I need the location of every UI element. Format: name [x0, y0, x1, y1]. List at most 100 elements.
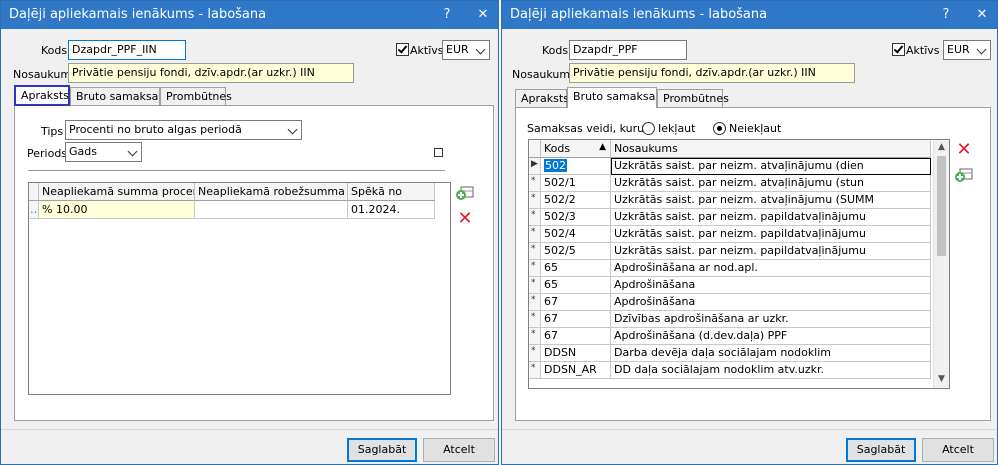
aktivs-checkbox[interactable]	[396, 43, 409, 56]
tips-label: Tips	[41, 125, 64, 138]
add-row-icon[interactable]	[454, 182, 476, 204]
grid-cell-nosaukums[interactable]: Uzkrātās saist. par neizm. papildatvaļin…	[611, 243, 931, 260]
aktivs-checkbox[interactable]	[892, 43, 905, 56]
grid-cell[interactable]	[195, 201, 348, 219]
table-row[interactable]: … % 10.00 01.2024.	[29, 201, 450, 219]
radio-ieklaut-label: Iekļaut	[658, 122, 696, 135]
col-header[interactable]: Neapliekamā robežsumma	[195, 183, 348, 201]
tab-apraksts[interactable]: Apraksts	[515, 89, 569, 107]
grid-cell-kods[interactable]: 502/1	[541, 175, 611, 192]
table-row[interactable]: * DDSN_AR DD daļa sociālajam nodoklim atv.…	[529, 362, 949, 379]
table-row[interactable]: * 67 Dzīvības apdrošināšana ar uzkr.	[529, 311, 949, 328]
grid-cell-nosaukums[interactable]: Uzkrātās saist. par neizm. atvaļinājumu …	[611, 158, 931, 175]
grid-cell[interactable]: 01.2024.	[348, 201, 435, 219]
grid-cell-kods[interactable]: 65	[541, 277, 611, 294]
grid-cell-kods[interactable]: 502/3	[541, 209, 611, 226]
add-row-icon[interactable]	[953, 164, 975, 186]
col-header-nosaukums[interactable]: Nosaukums	[611, 140, 931, 158]
grid-cell-nosaukums[interactable]: Apdrošināšana ar nod.apl.	[611, 260, 931, 277]
tab-prombutnes[interactable]: Prombūtnes	[657, 89, 729, 107]
currency-value: EUR	[446, 43, 469, 56]
tab-bruto-samaksa[interactable]: Bruto samaksa	[567, 87, 657, 108]
grid-cell-kods[interactable]: DDSN	[541, 345, 611, 362]
kods-input[interactable]: Dzapdr_PPF	[569, 40, 687, 60]
vertical-scrollbar[interactable]: ▲ ▼	[933, 140, 949, 388]
radio-neieklaut[interactable]	[713, 122, 726, 135]
grid-cell-nosaukums[interactable]: Apdrošināšana	[611, 294, 931, 311]
grid-cell[interactable]: % 10.00	[39, 201, 195, 219]
col-header[interactable]: Spēkā no	[348, 183, 435, 201]
row-indicator: *	[529, 226, 541, 243]
scroll-up-icon[interactable]: ▲	[938, 142, 945, 152]
grid-cell-nosaukums[interactable]: Apdrošināšana	[611, 277, 931, 294]
grid-cell-kods[interactable]: 67	[541, 328, 611, 345]
radio-ieklaut[interactable]	[642, 122, 655, 135]
help-button[interactable]: ?	[437, 5, 457, 25]
table-row[interactable]: * 67 Apdrošināšana (d.dev.daļa) PPF	[529, 328, 949, 345]
tips-select[interactable]: Procenti no bruto algas periodā	[65, 120, 302, 140]
grid-cell-nosaukums[interactable]: DD daļa sociālajam nodoklim atv.uzkr.	[611, 362, 931, 379]
periods-select[interactable]: Gads	[65, 142, 142, 162]
close-button[interactable]: ✕	[473, 5, 493, 25]
help-button[interactable]: ?	[936, 5, 956, 25]
grid-cell-kods[interactable]: 67	[541, 311, 611, 328]
current-row-indicator: ▶	[529, 158, 541, 175]
scroll-thumb[interactable]	[937, 156, 946, 256]
grid-cell-nosaukums[interactable]: Apdrošināšana (d.dev.daļa) PPF	[611, 328, 931, 345]
table-row[interactable]: * 502/3 Uzkrātās saist. par neizm. papilda…	[529, 209, 949, 226]
row-indicator-header	[529, 140, 541, 158]
row-indicator: *	[529, 277, 541, 294]
table-row[interactable]: * 502/5 Uzkrātās saist. par neizm. papilda…	[529, 243, 949, 260]
grid-cell-nosaukums[interactable]: Dzīvības apdrošināšana ar uzkr.	[611, 311, 931, 328]
table-row[interactable]: * 65 Apdrošināšana ar nod.apl.	[529, 260, 949, 277]
row-indicator: *	[529, 209, 541, 226]
grid-cell-nosaukums[interactable]: Uzkrātās saist. par neizm. papildatvaļin…	[611, 209, 931, 226]
cancel-button[interactable]: Atcelt	[423, 438, 495, 462]
grid-cell-kods[interactable]: 67	[541, 294, 611, 311]
currency-select[interactable]: EUR	[943, 40, 991, 60]
table-row[interactable]: ▶ 502 Uzkrātās saist. par neizm. atvaļināj…	[529, 158, 949, 175]
scroll-down-icon[interactable]: ▼	[938, 374, 945, 384]
tab-bruto-samaksa[interactable]: Bruto samaksa	[70, 87, 160, 105]
cancel-button[interactable]: Atcelt	[922, 438, 994, 462]
col-header-kods[interactable]: Kods ▲	[541, 140, 611, 158]
grid-cell-nosaukums[interactable]: Uzkrātās saist. par neizm. atvaļinājumu …	[611, 175, 931, 192]
row-indicator: *	[529, 243, 541, 260]
grid-cell-kods[interactable]: 502/2	[541, 192, 611, 209]
grid-cell-nosaukums[interactable]: Uzkrātās saist. par neizm. papildatvaļin…	[611, 226, 931, 243]
table-row[interactable]: * 65 Apdrošināšana	[529, 277, 949, 294]
col-header-kods-label: Kods	[544, 142, 571, 155]
grid-cell-kods[interactable]: 502	[541, 158, 611, 175]
delete-row-icon[interactable]: ✕	[953, 139, 975, 161]
delete-row-icon[interactable]: ✕	[454, 208, 476, 230]
small-checkbox[interactable]	[434, 148, 443, 157]
payment-types-grid[interactable]: Kods ▲ Nosaukums ▶ 502 Uzkrātās saist. par…	[528, 139, 950, 389]
table-row[interactable]: * 502/4 Uzkrātās saist. par neizm. papilda…	[529, 226, 949, 243]
kods-input[interactable]: Dzapdr_PPF_IIN	[68, 40, 186, 60]
row-indicator-header	[29, 183, 39, 201]
nosaukums-input[interactable]: Privātie pensiju fondi, dzīv.apdr.(ar uz…	[68, 63, 354, 83]
nosaukums-input[interactable]: Privātie pensiju fondi, dzīv.apdr.(ar uz…	[569, 63, 855, 83]
grid-cell-kods[interactable]: 502/5	[541, 243, 611, 260]
tab-apraksts[interactable]: Apraksts	[14, 85, 70, 106]
grid-cell-nosaukums[interactable]: Uzkrātās saist. par neizm. atvaļinājumu …	[611, 192, 931, 209]
grid-cell-nosaukums[interactable]: Darba devēja daļa sociālajam nodoklim	[611, 345, 931, 362]
table-row[interactable]: * 502/1 Uzkrātās saist. par neizm. atvaļin…	[529, 175, 949, 192]
save-button[interactable]: Saglabāt	[846, 438, 916, 462]
close-button[interactable]: ✕	[972, 5, 992, 25]
grid-cell-kods[interactable]: 502/4	[541, 226, 611, 243]
grid-cell-kods[interactable]: DDSN_AR	[541, 362, 611, 379]
currency-select[interactable]: EUR	[442, 40, 490, 60]
col-header[interactable]: Neapliekamā summa procentos	[39, 183, 195, 201]
save-button[interactable]: Saglabāt	[347, 438, 417, 462]
table-row[interactable]: * DDSN Darba devēja daļa sociālajam nodokl…	[529, 345, 949, 362]
tab-prombutnes[interactable]: Prombūtnes	[160, 87, 232, 105]
table-row[interactable]: * 502/2 Uzkrātās saist. par neizm. atvaļin…	[529, 192, 949, 209]
table-row[interactable]: * 67 Apdrošināšana	[529, 294, 949, 311]
tips-value: Procenti no bruto algas periodā	[69, 123, 242, 136]
grid-cell-kods[interactable]: 65	[541, 260, 611, 277]
row-indicator: *	[529, 328, 541, 345]
percent-grid[interactable]: Neapliekamā summa procentos Neapliekamā …	[28, 182, 451, 395]
sort-asc-icon: ▲	[599, 142, 606, 152]
tab-panel: Tips Procenti no bruto algas periodā Per…	[14, 105, 494, 421]
